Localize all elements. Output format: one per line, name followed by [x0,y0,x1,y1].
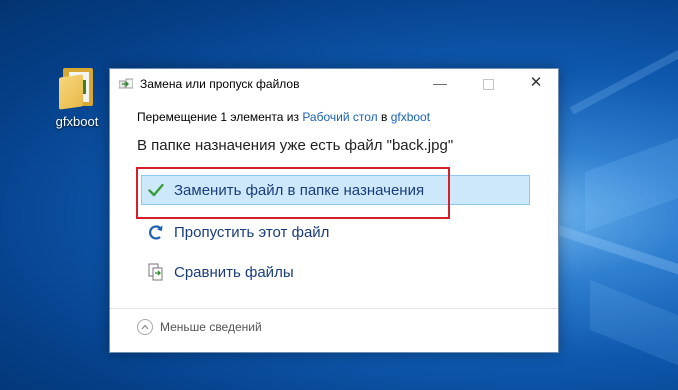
compare-files-option[interactable]: Сравнить файлы [141,257,294,287]
desktop-icon-label: gfxboot [55,114,99,129]
operation-middle: в [377,110,391,124]
folder-icon [59,66,95,110]
annotation-highlight-box [136,167,450,219]
destination-folder-link[interactable]: gfxboot [391,110,430,124]
minimize-button[interactable]: — [422,69,458,99]
skip-arrow-icon [146,222,166,242]
less-details-label: Меньше сведений [160,320,262,334]
desktop-folder-gfxboot[interactable]: gfxboot [46,66,108,129]
wallpaper-window-pane [585,128,678,232]
maximize-icon [482,78,494,90]
dialog-titlebar[interactable]: Замена или пропуск файлов — ✕ [110,69,558,99]
close-button[interactable]: ✕ [518,69,554,99]
skip-file-label: Пропустить этот файл [174,223,330,241]
skip-file-option[interactable]: Пропустить этот файл [141,217,329,247]
operation-prefix: Перемещение 1 элемента из [137,110,303,124]
dialog-title: Замена или пропуск файлов [140,77,300,91]
conflict-heading: В папке назначения уже есть файл "back.j… [137,137,454,154]
file-move-icon [119,78,133,89]
wallpaper-beam [569,13,678,115]
footer-divider [110,308,558,309]
operation-description: Перемещение 1 элемента из Рабочий стол в… [137,110,430,124]
wallpaper-window-pane [590,279,678,371]
maximize-button[interactable] [470,69,506,99]
wallpaper-beam [543,221,678,299]
compare-files-icon [146,262,166,282]
chevron-up-icon [137,319,153,335]
compare-files-label: Сравнить файлы [174,263,294,281]
source-folder-link[interactable]: Рабочий стол [302,110,377,124]
less-details-toggle[interactable]: Меньше сведений [137,319,262,335]
